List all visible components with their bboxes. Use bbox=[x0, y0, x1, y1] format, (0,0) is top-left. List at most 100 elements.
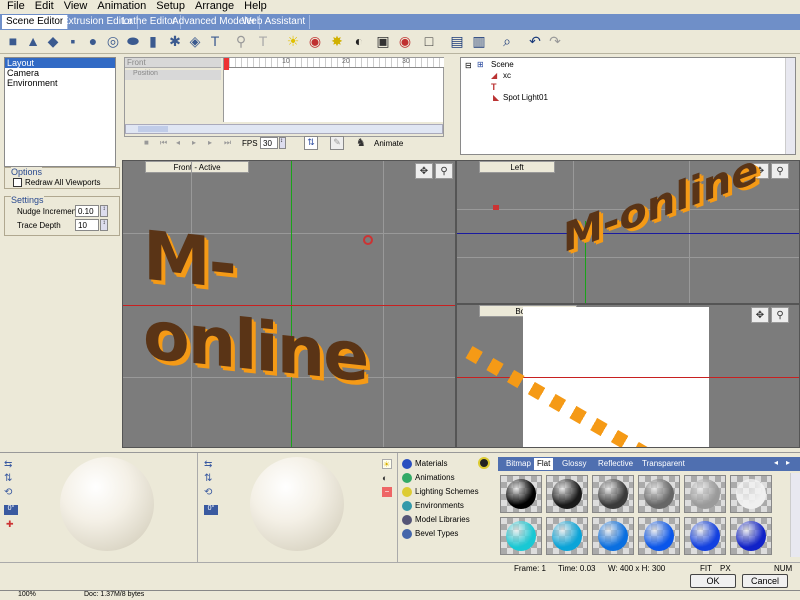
loop-icon[interactable]: ⇅ bbox=[304, 136, 318, 150]
list-item-camera[interactable]: Camera bbox=[5, 68, 115, 78]
pan-icon[interactable]: ✥ bbox=[751, 307, 769, 323]
trace-spinner[interactable]: ↕ bbox=[100, 219, 108, 231]
material-swatch[interactable] bbox=[592, 517, 634, 555]
spin-icon[interactable]: ⟲ bbox=[4, 487, 12, 498]
sphere-icon[interactable]: ● bbox=[84, 32, 102, 50]
menu-view[interactable]: View bbox=[59, 0, 93, 13]
tree-expand-icon[interactable]: ⊟ bbox=[465, 61, 472, 70]
tilt-icon[interactable]: ⇅ bbox=[204, 473, 212, 484]
timeline-scrollbar[interactable] bbox=[125, 124, 443, 134]
library-item-animations[interactable]: Animations bbox=[402, 471, 494, 485]
viewport-left[interactable]: Left ✥ ⚲ M-online bbox=[456, 160, 800, 304]
render-icon[interactable]: ◉ bbox=[396, 32, 414, 50]
sun-icon[interactable]: ☀ bbox=[382, 459, 392, 469]
text-grey-icon[interactable]: T bbox=[254, 32, 272, 50]
cone-icon[interactable]: ▲ bbox=[24, 32, 42, 50]
frame-icon[interactable]: □ bbox=[420, 32, 438, 50]
nudge-input[interactable]: 0.10 bbox=[75, 205, 99, 217]
library-item-models[interactable]: Model Libraries bbox=[402, 513, 494, 527]
rotate-icon[interactable]: ⇆ bbox=[4, 459, 12, 470]
tab-web-assistant[interactable]: Web Assistant bbox=[238, 15, 311, 29]
tree-item-xc[interactable]: xc bbox=[503, 71, 511, 80]
link-icon[interactable]: ⚲ bbox=[232, 32, 250, 50]
spin-icon[interactable]: ⟲ bbox=[204, 487, 212, 498]
material-swatch[interactable] bbox=[684, 475, 726, 513]
timeline-cursor[interactable] bbox=[224, 58, 229, 70]
library-gallery-icon[interactable] bbox=[478, 457, 490, 469]
light-marker[interactable] bbox=[493, 205, 499, 210]
menu-help[interactable]: Help bbox=[239, 0, 272, 13]
light-bulb-icon[interactable]: ☀ bbox=[284, 32, 302, 50]
edit-key-icon[interactable]: ✎ bbox=[330, 136, 344, 150]
torus-icon[interactable]: ◎ bbox=[104, 32, 122, 50]
pan-icon[interactable]: ✥ bbox=[415, 163, 433, 179]
light-icon[interactable]: ◐ bbox=[382, 473, 387, 483]
material-swatch[interactable] bbox=[500, 475, 542, 513]
animate-label[interactable]: Animate bbox=[374, 139, 403, 148]
viewport-bottom[interactable]: Bottom ✥ ⚲ bbox=[456, 304, 800, 448]
text-object-front[interactable]: M-online bbox=[143, 217, 455, 408]
redo-icon[interactable]: ↷ bbox=[546, 32, 564, 50]
trace-input[interactable]: 10 bbox=[75, 219, 99, 231]
play-icon[interactable]: ▸ bbox=[192, 138, 196, 147]
material-swatch[interactable] bbox=[730, 517, 772, 555]
cancel-button[interactable]: Cancel bbox=[742, 574, 788, 588]
material-swatch[interactable] bbox=[592, 475, 634, 513]
prev-key-icon[interactable]: ⏮ bbox=[160, 138, 167, 148]
text-object-left[interactable]: M-online bbox=[563, 161, 758, 263]
swatch-tab-transparent[interactable]: Transparent bbox=[642, 459, 685, 468]
ok-button[interactable]: OK bbox=[690, 574, 736, 588]
library-item-environments[interactable]: Environments bbox=[402, 499, 494, 513]
shape-icon[interactable]: ◈ bbox=[186, 32, 204, 50]
light-toggle-icon[interactable]: ◐ bbox=[350, 32, 368, 50]
tree-item-text[interactable]: T bbox=[491, 82, 497, 92]
last-frame-icon[interactable]: ⏭ bbox=[224, 138, 231, 148]
menu-edit[interactable]: Edit bbox=[30, 0, 59, 13]
camera-icon[interactable]: ▣ bbox=[374, 32, 392, 50]
prev-frame-icon[interactable]: ◂ bbox=[176, 138, 180, 147]
angle-badge[interactable]: 0° bbox=[204, 505, 218, 515]
zoom-icon[interactable]: ⌕ bbox=[498, 32, 516, 50]
fps-input[interactable]: 30 bbox=[260, 137, 278, 149]
nudge-spinner[interactable]: ↕ bbox=[100, 205, 108, 217]
swatch-tab-reflective[interactable]: Reflective bbox=[598, 459, 633, 468]
mic-icon[interactable]: ⚲ bbox=[435, 163, 453, 179]
first-frame-icon[interactable]: ■ bbox=[144, 138, 149, 147]
mic-icon[interactable]: ⚲ bbox=[771, 163, 789, 179]
swatch-tab-bitmap[interactable]: Bitmap bbox=[506, 459, 531, 468]
omni-light-icon[interactable]: ✸ bbox=[328, 32, 346, 50]
menu-arrange[interactable]: Arrange bbox=[190, 0, 239, 13]
timeline-grid[interactable]: 10 20 30 bbox=[223, 58, 444, 122]
swatch-scrollbar[interactable] bbox=[790, 473, 800, 557]
swatch-prev-icon[interactable]: ◂ bbox=[774, 458, 778, 467]
animate-icon[interactable]: ♞ bbox=[356, 136, 366, 149]
spotlight-marker[interactable] bbox=[363, 235, 373, 245]
text-object-icon[interactable]: T bbox=[206, 32, 224, 50]
swatch-tab-flat[interactable]: Flat bbox=[534, 458, 554, 470]
redraw-checkbox[interactable] bbox=[13, 178, 22, 187]
library-item-lighting[interactable]: Lighting Schemes bbox=[402, 485, 494, 499]
view-top-icon[interactable]: ▥ bbox=[470, 32, 488, 50]
box-icon[interactable]: ▪ bbox=[64, 32, 82, 50]
list-item-layout[interactable]: Layout bbox=[5, 58, 115, 68]
list-item-environment[interactable]: Environment bbox=[5, 78, 115, 88]
material-swatch[interactable] bbox=[546, 517, 588, 555]
pyramid-icon[interactable]: ◆ bbox=[44, 32, 62, 50]
viewport-front[interactable]: Front - Active ✥ ⚲ M-online bbox=[122, 160, 456, 448]
material-swatch[interactable] bbox=[500, 517, 542, 555]
spot-light-icon[interactable]: ◉ bbox=[306, 32, 324, 50]
material-swatch[interactable] bbox=[730, 475, 772, 513]
swatch-next-icon[interactable]: ▸ bbox=[786, 458, 790, 467]
menu-file[interactable]: File bbox=[2, 0, 30, 13]
angle-badge[interactable]: 0° bbox=[4, 505, 18, 515]
fps-spinner[interactable]: ↕ bbox=[279, 137, 286, 149]
remove-icon[interactable]: − bbox=[382, 487, 392, 497]
swatch-tab-glossy[interactable]: Glossy bbox=[562, 459, 586, 468]
tree-root[interactable]: Scene bbox=[491, 60, 514, 69]
undo-icon[interactable]: ↶ bbox=[526, 32, 544, 50]
cylinder-icon[interactable]: ▮ bbox=[144, 32, 162, 50]
mic-icon[interactable]: ⚲ bbox=[771, 307, 789, 323]
reset-icon[interactable]: ✚ bbox=[6, 519, 14, 530]
view-front-icon[interactable]: ▤ bbox=[448, 32, 466, 50]
material-swatch[interactable] bbox=[684, 517, 726, 555]
